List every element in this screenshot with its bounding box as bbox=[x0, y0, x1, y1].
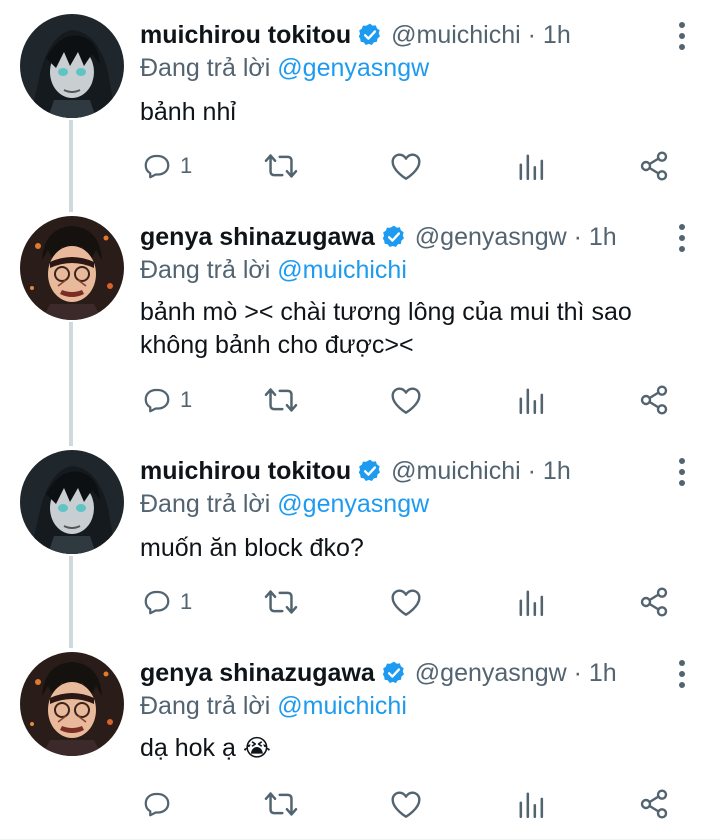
tweet-header: genya shinazugawa @genyasngw · 1h bbox=[140, 218, 670, 256]
like-button[interactable] bbox=[390, 144, 422, 188]
tweet-actions bbox=[0, 782, 720, 826]
handle[interactable]: @muichichi bbox=[391, 21, 521, 49]
retweet-icon bbox=[264, 590, 298, 614]
verified-badge-icon bbox=[357, 458, 383, 484]
analytics-icon bbox=[519, 590, 544, 616]
analytics-icon bbox=[519, 792, 544, 818]
tweet[interactable]: genya shinazugawa @genyasngw · 1h Đang t… bbox=[0, 652, 720, 840]
timestamp[interactable]: · 1h bbox=[574, 659, 617, 687]
analytics-button[interactable] bbox=[517, 782, 545, 826]
reply-to-line: Đang trả lời @muichichi bbox=[140, 256, 407, 285]
share-button[interactable] bbox=[638, 782, 670, 826]
tweet[interactable]: genya shinazugawa @genyasngw · 1h Đang t… bbox=[0, 216, 720, 438]
heart-icon bbox=[391, 153, 421, 180]
avatar[interactable] bbox=[20, 216, 124, 320]
handle[interactable]: @muichichi bbox=[391, 457, 521, 485]
display-name[interactable]: genya shinazugawa bbox=[140, 223, 375, 252]
tweet-header: muichirou tokitou @muichichi · 1h bbox=[140, 452, 670, 490]
analytics-button[interactable] bbox=[517, 144, 545, 188]
handle[interactable]: @genyasngw bbox=[415, 659, 567, 687]
reply-to-line: Đang trả lời @genyasngw bbox=[140, 54, 429, 83]
timestamp[interactable]: · 1h bbox=[528, 457, 571, 485]
retweet-icon bbox=[264, 792, 298, 816]
more-options-icon[interactable] bbox=[678, 22, 686, 50]
reply-to-line: Đang trả lời @genyasngw bbox=[140, 490, 429, 519]
reply-icon bbox=[144, 792, 170, 817]
reply-mention-link[interactable]: @muichichi bbox=[277, 256, 407, 284]
heart-icon bbox=[391, 589, 421, 616]
reply-icon bbox=[144, 388, 170, 413]
reply-prefix: Đang trả lời bbox=[140, 256, 271, 284]
share-icon bbox=[640, 587, 668, 617]
display-name[interactable]: muichirou tokitou bbox=[140, 21, 351, 50]
tweet-actions: 1 bbox=[0, 144, 720, 188]
reply-button[interactable] bbox=[142, 782, 180, 826]
reply-count: 1 bbox=[180, 589, 193, 614]
analytics-button[interactable] bbox=[517, 580, 545, 624]
retweet-icon bbox=[264, 388, 298, 412]
share-button[interactable] bbox=[638, 378, 670, 422]
heart-icon bbox=[391, 791, 421, 818]
analytics-icon bbox=[519, 154, 544, 180]
retweet-button[interactable] bbox=[264, 580, 298, 624]
reply-prefix: Đang trả lời bbox=[140, 490, 271, 518]
loudly-crying-emoji: 😭 bbox=[242, 735, 271, 762]
retweet-button[interactable] bbox=[264, 378, 298, 422]
reply-prefix: Đang trả lời bbox=[140, 54, 271, 82]
reply-mention-link[interactable]: @genyasngw bbox=[277, 54, 429, 82]
tweet-header: muichirou tokitou @muichichi · 1h bbox=[140, 16, 670, 54]
tweet-actions: 1 bbox=[0, 378, 720, 422]
tweet-text: muốn ăn block đko? bbox=[140, 534, 364, 562]
reply-mention-link[interactable]: @muichichi bbox=[277, 692, 407, 720]
more-options-icon[interactable] bbox=[678, 458, 686, 486]
tweet-header: genya shinazugawa @genyasngw · 1h bbox=[140, 654, 670, 692]
tweet[interactable]: muichirou tokitou @muichichi · 1h Đang t… bbox=[0, 14, 720, 204]
tweet[interactable]: muichirou tokitou @muichichi · 1h Đang t… bbox=[0, 450, 720, 640]
share-button[interactable] bbox=[638, 580, 670, 624]
reply-count: 1 bbox=[180, 153, 193, 178]
more-options-icon[interactable] bbox=[678, 660, 686, 688]
reply-icon bbox=[144, 154, 170, 179]
retweet-button[interactable] bbox=[264, 144, 298, 188]
tweet-text: bảnh mò >< chài tương lông của mui thì s… bbox=[140, 298, 632, 359]
display-name[interactable]: muichirou tokitou bbox=[140, 457, 351, 486]
reply-count: 1 bbox=[180, 387, 193, 412]
timestamp[interactable]: · 1h bbox=[574, 223, 617, 251]
like-button[interactable] bbox=[390, 580, 422, 624]
analytics-icon bbox=[519, 388, 544, 414]
reply-button[interactable]: 1 bbox=[142, 580, 192, 624]
like-button[interactable] bbox=[390, 378, 422, 422]
avatar[interactable] bbox=[20, 652, 124, 756]
verified-badge-icon bbox=[357, 22, 383, 48]
share-button[interactable] bbox=[638, 144, 670, 188]
display-name[interactable]: genya shinazugawa bbox=[140, 659, 375, 688]
avatar[interactable] bbox=[20, 450, 124, 554]
reply-mention-link[interactable]: @genyasngw bbox=[277, 490, 429, 518]
retweet-icon bbox=[264, 154, 298, 178]
timestamp[interactable]: · 1h bbox=[528, 21, 571, 49]
reply-icon bbox=[144, 590, 170, 615]
verified-badge-icon bbox=[381, 224, 407, 250]
share-icon bbox=[640, 789, 668, 819]
more-options-icon[interactable] bbox=[678, 224, 686, 252]
avatar[interactable] bbox=[20, 14, 124, 118]
share-icon bbox=[640, 385, 668, 415]
analytics-button[interactable] bbox=[517, 378, 545, 422]
handle[interactable]: @genyasngw bbox=[415, 223, 567, 251]
reply-button[interactable]: 1 bbox=[142, 378, 192, 422]
tweet-actions: 1 bbox=[0, 580, 720, 624]
reply-button[interactable]: 1 bbox=[142, 144, 192, 188]
reply-prefix: Đang trả lời bbox=[140, 692, 271, 720]
tweet-text: bảnh nhỉ bbox=[140, 98, 236, 126]
tweet-text: dạ hok ạ 😭 bbox=[140, 734, 271, 762]
like-button[interactable] bbox=[390, 782, 422, 826]
retweet-button[interactable] bbox=[264, 782, 298, 826]
reply-to-line: Đang trả lời @muichichi bbox=[140, 692, 407, 721]
verified-badge-icon bbox=[381, 660, 407, 686]
heart-icon bbox=[391, 387, 421, 414]
share-icon bbox=[640, 151, 668, 181]
